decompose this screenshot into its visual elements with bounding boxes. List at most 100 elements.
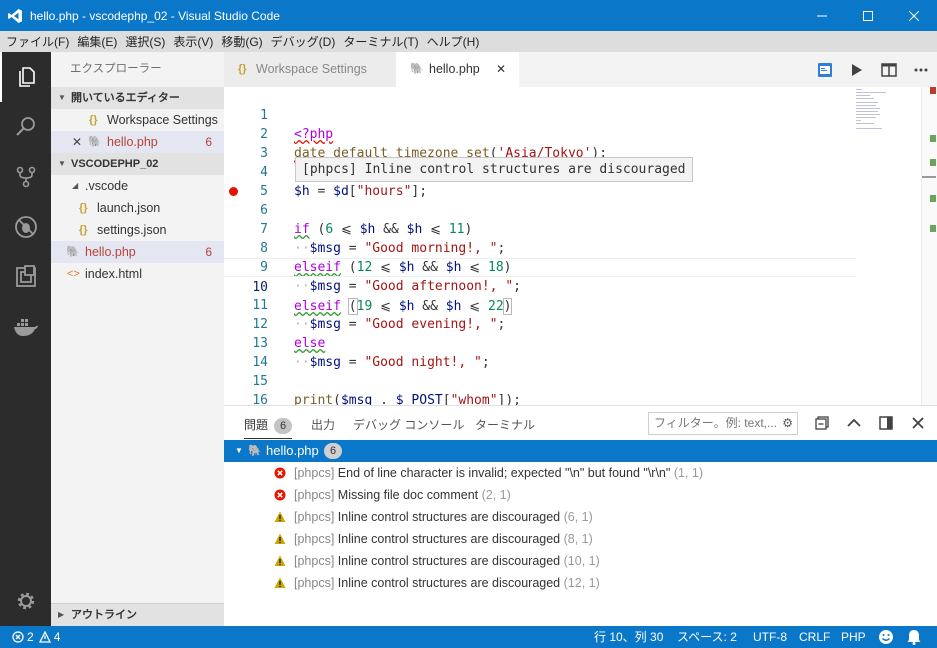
code-line: 7 ··$msg = "Good morning!, "; <box>260 222 506 256</box>
chevron-down-icon: ◢ <box>72 181 79 190</box>
maximize-button[interactable] <box>845 0 891 31</box>
tree-item-vscode-folder[interactable]: ◢ .vscode <box>51 175 224 197</box>
problem-row[interactable]: [phpcs] Inline control structures are di… <box>224 506 937 528</box>
panel-layout-icon <box>879 416 893 430</box>
encoding[interactable]: UTF-8 <box>753 626 787 648</box>
menu-go[interactable]: 移動(G) <box>217 33 266 50</box>
sidebar-title: エクスプローラー <box>70 63 162 75</box>
php-icon: 🐘 <box>248 445 262 457</box>
code-line: 8 elseif (12 ⩽ $h && $h ⩽ 18) <box>260 241 512 275</box>
code-editor[interactable]: 1 <?php 2 date_default_timezone_set('Asi… <box>224 87 937 408</box>
tab-hello-php[interactable]: 🐘 hello.php ✕ <box>396 52 519 87</box>
problem-row[interactable]: [phpcs] Inline control structures are di… <box>224 528 937 550</box>
tab-workspace-settings[interactable]: {} Workspace Settings <box>224 52 396 87</box>
editor-scrollbar[interactable] <box>921 87 937 405</box>
code-line: 2 date_default_timezone_set('Asia/Tokyo'… <box>260 127 608 161</box>
feedback-smiley-icon[interactable] <box>878 629 894 648</box>
outline-header[interactable]: ▶ アウトライン <box>51 603 224 626</box>
close-panel-button[interactable] <box>908 413 928 433</box>
open-editor-hello-php[interactable]: ✕ 🐘 hello.php 6 <box>51 131 224 153</box>
tab-output[interactable]: 出力 <box>311 416 335 433</box>
php-icon: 🐘 <box>88 136 102 148</box>
open-editors-header[interactable]: ▼ 開いているエディター <box>51 87 224 109</box>
docker-icon <box>13 319 38 336</box>
chevron-down-icon: ▼ <box>58 93 66 102</box>
explorer-activity[interactable] <box>0 52 51 102</box>
php-icon: 🐘 <box>410 63 424 75</box>
toggle-panel-position-button[interactable] <box>876 413 896 433</box>
notifications-bell-icon[interactable] <box>907 629 921 648</box>
problems-status[interactable]: 2 4 <box>12 626 60 648</box>
close-icon[interactable]: ✕ <box>496 52 506 87</box>
bottom-panel: 問題 6 出力 デバッグ コンソール ターミナル フィルター。例: text,..… <box>224 405 937 626</box>
split-editor-button[interactable] <box>873 52 905 87</box>
more-actions-button[interactable] <box>905 52 937 87</box>
tree-item-settings-json[interactable]: {} settings.json <box>51 219 224 241</box>
maximize-icon <box>863 10 873 21</box>
tab-debug-console[interactable]: デバッグ コンソール <box>353 416 464 433</box>
cursor-position[interactable]: 行 10、列 30 <box>594 626 663 648</box>
source-control-activity[interactable] <box>0 152 51 202</box>
filter-settings-icon[interactable]: ⚙ <box>782 413 793 434</box>
code-line: 12 else <box>252 317 326 351</box>
maximize-panel-button[interactable] <box>844 413 864 433</box>
warning-icon <box>274 511 286 522</box>
tree-item-hello-php[interactable]: 🐘 hello.php 6 <box>51 241 224 263</box>
chevron-right-icon: ▶ <box>58 610 65 619</box>
tree-item-index-html[interactable]: <> index.html <box>51 263 224 285</box>
problem-row[interactable]: [phpcs] Inline control structures are di… <box>224 572 937 594</box>
gear-icon <box>17 592 34 610</box>
warning-icon <box>274 577 286 588</box>
open-editor-workspace-settings[interactable]: {} Workspace Settings <box>51 109 224 131</box>
problem-row[interactable]: [phpcs] Missing file doc comment (2, 1) <box>224 484 937 506</box>
problem-count-badge: 6 <box>205 245 212 259</box>
menu-file[interactable]: ファイル(F) <box>2 33 73 50</box>
problems-file-row[interactable]: ▼ 🐘 hello.php 6 <box>224 440 937 462</box>
open-preview-button[interactable] <box>809 52 841 87</box>
error-icon <box>274 489 286 501</box>
line-ending[interactable]: CRLF <box>799 626 830 648</box>
collapse-all-button[interactable] <box>812 413 832 433</box>
warning-icon <box>274 555 286 566</box>
minimap[interactable] <box>856 87 921 405</box>
problem-row[interactable]: [phpcs] End of line character is invalid… <box>224 462 937 484</box>
problems-filter-input[interactable]: フィルター。例: text,... ⚙ <box>648 412 798 435</box>
menu-help[interactable]: ヘルプ(H) <box>423 33 484 50</box>
problems-count-badge: 6 <box>274 418 293 434</box>
problem-row[interactable]: [phpcs] Inline control structures are di… <box>224 550 937 572</box>
menu-view[interactable]: 表示(V) <box>169 33 217 50</box>
code-line: 16 <box>252 393 268 408</box>
menu-debug[interactable]: デバッグ(D) <box>267 33 340 50</box>
run-button[interactable] <box>841 52 873 87</box>
settings-activity[interactable] <box>0 576 51 626</box>
search-icon <box>15 117 35 136</box>
php-icon: 🐘 <box>66 246 80 258</box>
close-icon[interactable]: ✕ <box>72 131 82 153</box>
language-mode[interactable]: PHP <box>841 626 866 648</box>
menu-terminal[interactable]: ターミナル(T) <box>339 33 422 50</box>
activity-bar <box>0 52 51 626</box>
docker-activity[interactable] <box>0 302 51 352</box>
vscode-logo-icon <box>0 0 30 31</box>
title-bar: hello.php - vscodephp_02 - Visual Studio… <box>0 0 937 31</box>
json-icon: {} <box>79 224 88 236</box>
menu-edit[interactable]: 編集(E) <box>73 33 121 50</box>
close-icon <box>909 10 919 21</box>
tree-item-launch-json[interactable]: {} launch.json <box>51 197 224 219</box>
code-line: 13 ··$msg = "Good night!, "; <box>252 336 490 370</box>
menu-selection[interactable]: 選択(S) <box>121 33 169 50</box>
indentation[interactable]: スペース: 2 <box>677 626 737 648</box>
html-icon: <> <box>67 268 80 280</box>
tab-terminal[interactable]: ターミナル <box>475 416 535 433</box>
json-icon: {} <box>238 63 247 75</box>
debug-activity[interactable] <box>0 202 51 252</box>
json-icon: {} <box>79 202 88 214</box>
extensions-activity[interactable] <box>0 252 51 302</box>
minimize-button[interactable] <box>799 0 845 31</box>
project-header[interactable]: ▼ VSCODEPHP_02 <box>51 153 224 175</box>
chevron-down-icon: ▼ <box>58 159 66 168</box>
close-window-button[interactable] <box>891 0 937 31</box>
extensions-icon <box>15 265 36 287</box>
search-activity[interactable] <box>0 102 51 152</box>
tab-problems[interactable]: 問題 6 <box>244 416 293 439</box>
